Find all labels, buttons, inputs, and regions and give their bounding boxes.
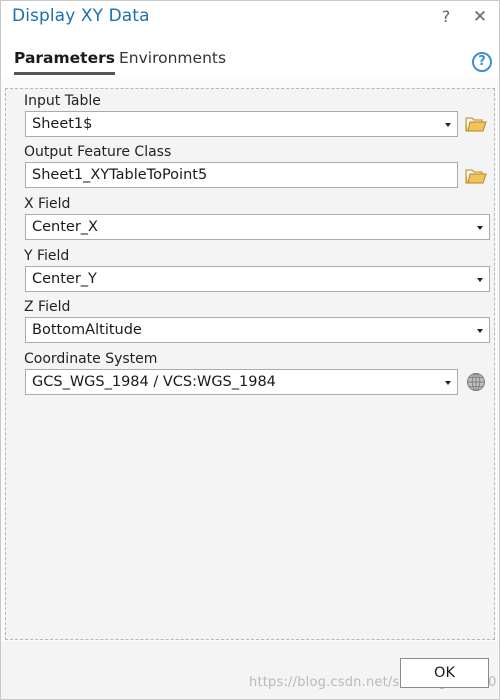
chevron-down-icon — [477, 329, 483, 333]
z-field-value: BottomAltitude — [32, 322, 142, 338]
z-field-label: Z Field — [24, 299, 71, 315]
help-icon[interactable]: ? — [472, 52, 492, 72]
dialog-title: Display XY Data — [12, 6, 150, 26]
help-button[interactable]: ? — [435, 6, 457, 28]
display-xy-data-dialog: Display XY Data ? ✕ Parameters Environme… — [0, 0, 500, 700]
input-table-value: Sheet1$ — [32, 116, 93, 132]
y-field-label: Y Field — [24, 248, 70, 264]
chevron-down-icon — [445, 381, 451, 385]
title-bar: Display XY Data ? ✕ — [1, 1, 499, 35]
y-field-value: Center_Y — [32, 271, 97, 287]
tab-bar: Parameters Environments ? — [1, 35, 499, 77]
close-icon[interactable]: ✕ — [469, 6, 491, 28]
coordinate-system-dropdown[interactable]: GCS_WGS_1984 / VCS:WGS_1984 — [25, 369, 458, 395]
folder-icon[interactable] — [465, 168, 487, 185]
x-field-dropdown[interactable]: Center_X — [25, 214, 490, 240]
output-feature-class-input[interactable]: Sheet1_XYTableToPoint5 — [25, 162, 458, 188]
folder-icon[interactable] — [465, 116, 487, 133]
x-field-label: X Field — [24, 196, 71, 212]
globe-icon[interactable] — [466, 372, 486, 392]
output-feature-class-value: Sheet1_XYTableToPoint5 — [32, 167, 208, 183]
coordinate-system-value: GCS_WGS_1984 / VCS:WGS_1984 — [32, 374, 276, 390]
output-feature-class-label: Output Feature Class — [24, 144, 172, 160]
chevron-down-icon — [445, 123, 451, 127]
chevron-down-icon — [477, 278, 483, 282]
tab-parameters[interactable]: Parameters — [14, 49, 115, 75]
z-field-dropdown[interactable]: BottomAltitude — [25, 317, 490, 343]
y-field-dropdown[interactable]: Center_Y — [25, 266, 490, 292]
ok-button[interactable]: OK — [400, 658, 489, 688]
input-table-label: Input Table — [24, 93, 101, 109]
chevron-down-icon — [477, 226, 483, 230]
x-field-value: Center_X — [32, 219, 98, 235]
coordinate-system-label: Coordinate System — [24, 351, 158, 367]
input-table-dropdown[interactable]: Sheet1$ — [25, 111, 458, 137]
tab-environments[interactable]: Environments — [119, 49, 226, 67]
